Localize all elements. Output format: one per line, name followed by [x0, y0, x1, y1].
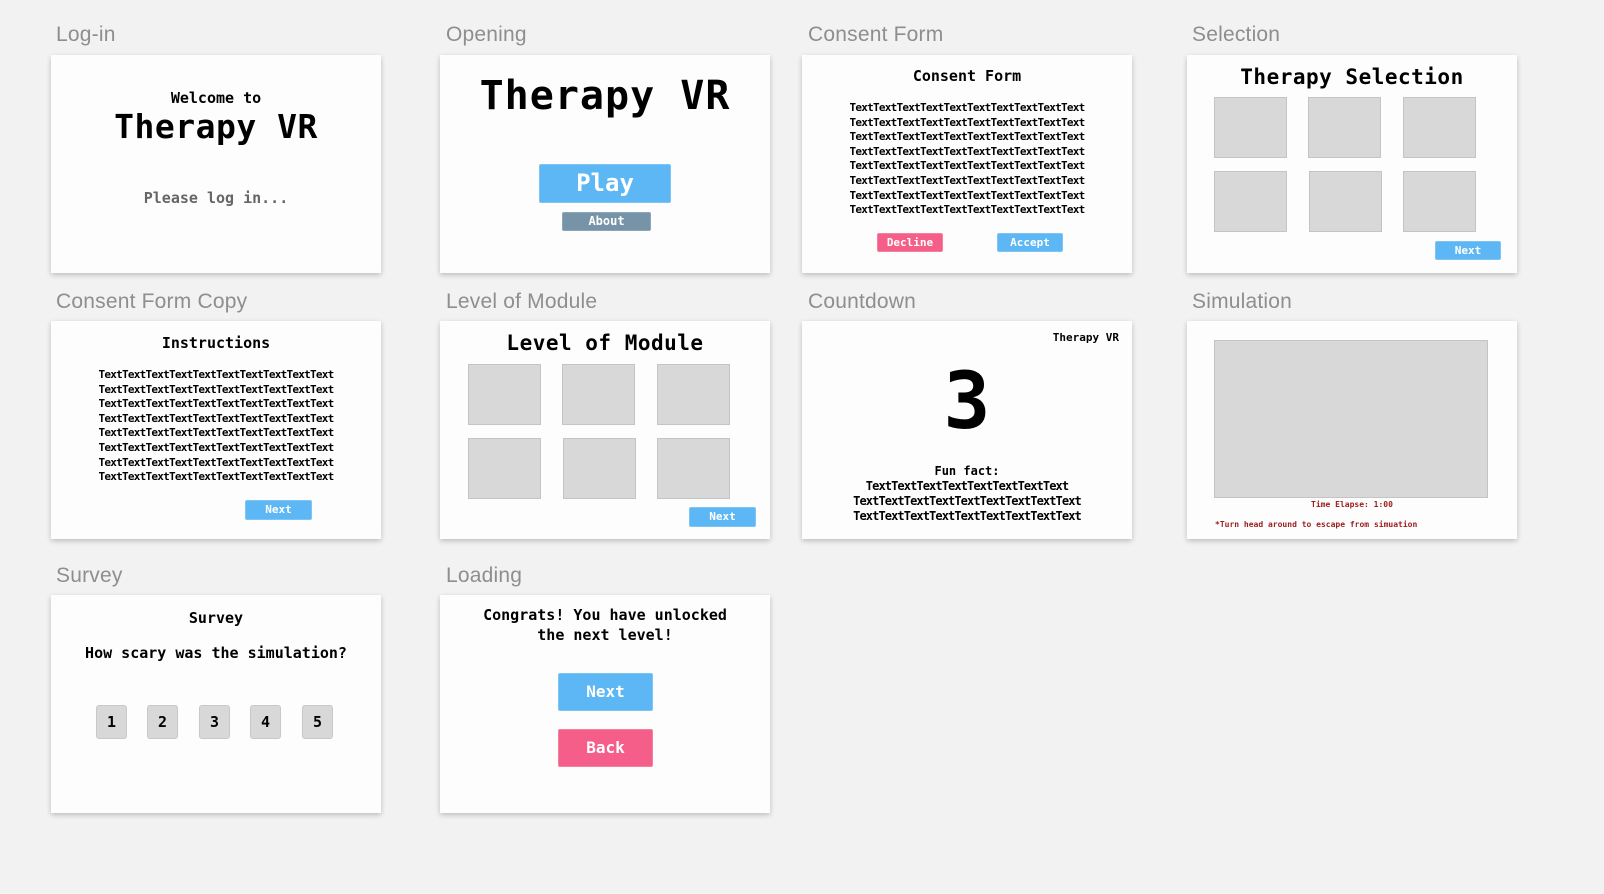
rating-option-3[interactable]: 3 — [199, 705, 230, 739]
artboard-label-selection: Selection — [1192, 23, 1281, 46]
artboard-selection[interactable]: Therapy Selection Next — [1187, 55, 1517, 273]
therapy-option-tile[interactable] — [1214, 171, 1287, 232]
about-button[interactable]: About — [562, 212, 651, 231]
accept-button[interactable]: Accept — [997, 233, 1063, 252]
artboard-loading[interactable]: Congrats! You have unlocked the next lev… — [440, 595, 770, 813]
therapy-option-tile[interactable] — [1309, 171, 1382, 232]
consent-title: Consent Form — [912, 67, 1022, 85]
artboard-simulation[interactable]: Time Elapse: 1:00 *Turn head around to e… — [1187, 321, 1517, 539]
escape-hint: *Turn head around to escape from simuati… — [1215, 520, 1418, 529]
fact-line: TextTextTextTextTextTextTextText — [865, 479, 1069, 493]
level-option-tile[interactable] — [657, 438, 730, 499]
artboard-survey[interactable]: Survey How scary was the simulation? 1 2… — [51, 595, 381, 813]
fact-line: TextTextTextTextTextTextTextTextText — [853, 493, 1082, 508]
body-line: TextTextTextTextTextTextTextTextTextText — [98, 368, 335, 381]
body-line: TextTextTextTextTextTextTextTextTextText — [849, 203, 1086, 217]
app-title: Therapy VR — [114, 107, 318, 146]
level-title: Level of Module — [506, 331, 704, 355]
instructions-title: Instructions — [161, 334, 271, 352]
body-line: TextTextTextTextTextTextTextTextTextText — [849, 144, 1086, 158]
artboard-label-simulation: Simulation — [1192, 290, 1293, 313]
rating-option-5[interactable]: 5 — [302, 705, 333, 739]
artboard-level-of-module[interactable]: Level of Module Next — [440, 321, 770, 539]
level-option-tile[interactable] — [468, 438, 541, 499]
app-title: Therapy VR — [479, 73, 731, 119]
artboard-label-consent-copy: Consent Form Copy — [56, 290, 248, 313]
next-button[interactable]: Next — [689, 507, 756, 527]
level-option-tile[interactable] — [468, 364, 541, 425]
artboard-label-level: Level of Module — [446, 290, 598, 313]
back-button[interactable]: Back — [558, 729, 653, 767]
body-line: TextTextTextTextTextTextTextTextTextText — [98, 397, 335, 411]
brand-text: Therapy VR — [1052, 331, 1119, 344]
artboard-label-login: Log-in — [56, 23, 116, 46]
body-line: TextTextTextTextTextTextTextTextTextText — [98, 426, 335, 440]
play-button[interactable]: Play — [539, 164, 671, 203]
therapy-option-tile[interactable] — [1403, 171, 1476, 232]
survey-question: How scary was the simulation? — [85, 644, 347, 662]
congrats-message: Congrats! You have unlocked the next lev… — [440, 605, 770, 645]
artboard-label-survey: Survey — [56, 564, 123, 587]
artboard-opening[interactable]: Therapy VR Play About — [440, 55, 770, 273]
welcome-text: Welcome to — [170, 89, 262, 107]
congrats-line-2: the next level! — [537, 626, 673, 644]
body-line: TextTextTextTextTextTextTextTextTextText — [98, 411, 335, 425]
body-line: TextTextTextTextTextTextTextTextTextText — [98, 382, 335, 396]
body-line: TextTextTextTextTextTextTextTextTextText — [98, 440, 335, 454]
therapy-option-tile[interactable] — [1308, 97, 1381, 158]
artboard-login[interactable]: Welcome to Therapy VR Please log in... — [51, 55, 381, 273]
level-option-tile[interactable] — [563, 438, 636, 499]
therapy-option-tile[interactable] — [1403, 97, 1476, 158]
instructions-body: TextTextTextTextTextTextTextTextTextText… — [51, 368, 381, 485]
artboard-label-loading: Loading — [446, 564, 523, 587]
body-line: TextTextTextTextTextTextTextTextTextText — [849, 159, 1086, 173]
body-line: TextTextTextTextTextTextTextTextTextText — [98, 470, 335, 484]
body-line: TextTextTextTextTextTextTextTextTextText — [849, 101, 1086, 114]
artboard-instructions[interactable]: Instructions TextTextTextTextTextTextTex… — [51, 321, 381, 539]
level-option-tile[interactable] — [562, 364, 635, 425]
fun-fact-body: TextTextTextTextTextTextTextText TextTex… — [802, 479, 1132, 523]
rating-option-1[interactable]: 1 — [96, 705, 127, 739]
congrats-line-1: Congrats! You have unlocked — [483, 606, 727, 624]
selection-title: Therapy Selection — [1240, 65, 1464, 89]
artboard-consent-form[interactable]: Consent Form TextTextTextTextTextTextTex… — [802, 55, 1132, 273]
artboard-label-countdown: Countdown — [808, 290, 917, 313]
rating-option-2[interactable]: 2 — [147, 705, 178, 739]
body-line: TextTextTextTextTextTextTextTextTextText — [849, 188, 1086, 202]
login-prompt: Please log in... — [143, 189, 289, 207]
survey-title: Survey — [188, 609, 244, 627]
body-line: TextTextTextTextTextTextTextTextTextText — [849, 115, 1086, 129]
consent-body: TextTextTextTextTextTextTextTextTextText… — [802, 101, 1132, 218]
simulation-viewport[interactable] — [1214, 340, 1488, 498]
artboard-countdown[interactable]: Therapy VR 3 Fun fact: TextTextTextTextT… — [802, 321, 1132, 539]
fun-fact-label: Fun fact: — [934, 464, 1000, 478]
therapy-option-tile[interactable] — [1214, 97, 1287, 158]
next-button[interactable]: Next — [1435, 241, 1501, 260]
body-line: TextTextTextTextTextTextTextTextTextText — [849, 130, 1086, 144]
body-line: TextTextTextTextTextTextTextTextTextText — [98, 455, 335, 469]
fact-line: TextTextTextTextTextTextTextTextText — [853, 508, 1082, 523]
next-button[interactable]: Next — [245, 500, 312, 520]
next-button[interactable]: Next — [558, 673, 653, 711]
level-option-tile[interactable] — [657, 364, 730, 425]
countdown-number: 3 — [943, 357, 991, 447]
rating-option-4[interactable]: 4 — [250, 705, 281, 739]
artboard-label-consent: Consent Form — [808, 23, 944, 46]
time-elapsed: Time Elapse: 1:00 — [1311, 500, 1393, 509]
decline-button[interactable]: Decline — [877, 233, 943, 252]
body-line: TextTextTextTextTextTextTextTextTextText — [849, 173, 1086, 187]
artboard-label-opening: Opening — [446, 23, 527, 46]
